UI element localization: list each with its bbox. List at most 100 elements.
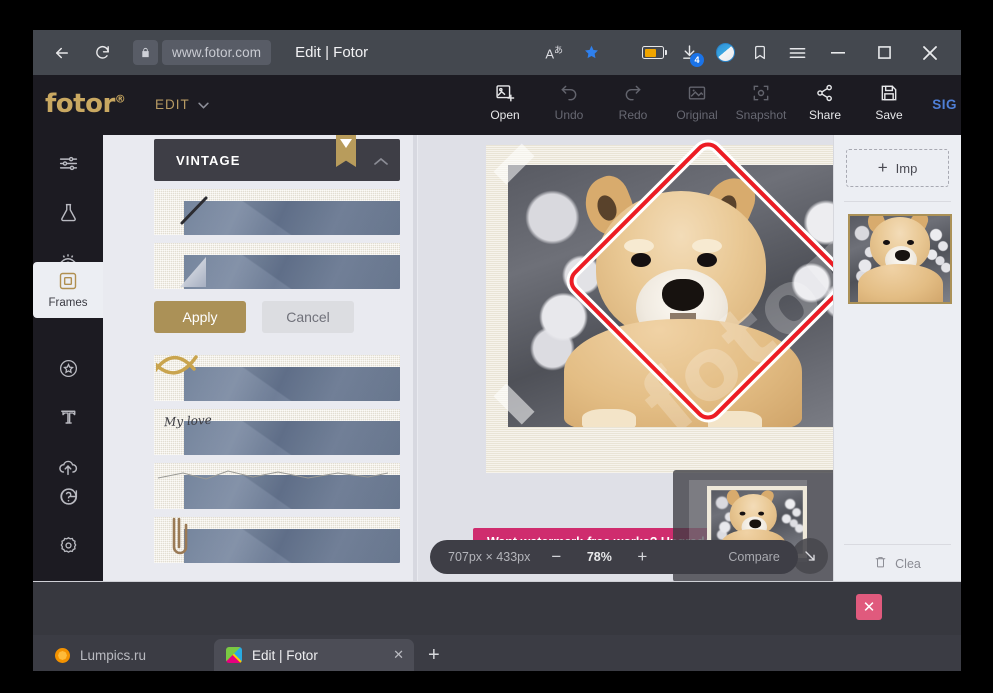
frame-thumbnail-ribbon[interactable]	[154, 355, 400, 401]
bookmark-star-icon[interactable]	[573, 30, 609, 75]
zoom-level-label: 78%	[586, 550, 612, 564]
plus-icon: +	[877, 158, 888, 177]
orange-circle-favicon	[55, 647, 70, 663]
toolbar-snapshot-label: Snapshot	[735, 108, 787, 122]
chevron-down-icon	[198, 97, 209, 112]
toolbar-share-button[interactable]: Share	[793, 83, 857, 122]
reload-icon[interactable]	[85, 36, 119, 70]
tab-strip: Lumpics.ru Edit | Fotor ✕ +	[33, 635, 961, 671]
window-close-button[interactable]	[907, 30, 953, 75]
import-divider	[844, 201, 951, 202]
premium-diamond-ribbon-icon	[336, 135, 356, 167]
frame-thumbnail-corner[interactable]	[154, 243, 400, 289]
app-body: Frames VINTAGE Apply Cancel My love foto…	[33, 135, 961, 582]
address-bar[interactable]: www.fotor.com	[133, 40, 272, 65]
lock-icon	[133, 40, 158, 65]
cancel-button[interactable]: Cancel	[262, 301, 354, 333]
toolbar-snapshot-button[interactable]: Snapshot	[729, 83, 793, 122]
sidebar-item-frames[interactable]: Frames	[33, 262, 103, 318]
app-header: fotor® EDIT Open Undo Redo Original Snap…	[33, 75, 961, 135]
download-icon[interactable]: 4	[671, 30, 707, 75]
app-toolbar: Open Undo Redo Original Snapshot Share S…	[473, 83, 921, 122]
compare-button[interactable]: Compare	[728, 550, 779, 564]
sliders-adjust-icon	[58, 153, 79, 179]
window-maximize-button[interactable]	[861, 30, 907, 75]
frames-category-title: VINTAGE	[176, 152, 241, 168]
sidebar-item-frames-label: Frames	[48, 297, 88, 309]
url-text: www.fotor.com	[172, 45, 262, 60]
toolbar-original-label: Original	[676, 108, 718, 122]
sidebar-item-effects[interactable]	[33, 195, 103, 235]
close-overlay-button[interactable]: ✕	[856, 594, 882, 620]
clear-button[interactable]: Clea	[844, 544, 951, 572]
toolbar-share-label: Share	[808, 108, 842, 122]
paperclip-decoration	[166, 517, 192, 561]
tab-close-icon[interactable]: ✕	[393, 647, 404, 663]
toolbar-save-label: Save	[875, 108, 903, 122]
frame-thumbnail-paperclip[interactable]	[154, 517, 400, 563]
sign-in-link[interactable]: SIG	[932, 97, 957, 112]
battery-icon	[635, 30, 671, 75]
url-text-box[interactable]: www.fotor.com	[162, 40, 272, 65]
frame-thumbnail-crack[interactable]	[154, 463, 400, 509]
crack-line-decoration	[157, 467, 389, 485]
back-icon[interactable]	[45, 36, 79, 70]
trash-icon	[874, 555, 887, 572]
translate-sup: あ	[553, 45, 563, 56]
help-question-icon	[58, 486, 79, 512]
logo-text: fotor	[45, 89, 115, 119]
sidebar-bottom-group	[33, 470, 103, 568]
sidebar-item-adjust[interactable]	[33, 146, 103, 186]
frames-list-bottom: My love	[154, 355, 400, 563]
edit-menu-dropdown[interactable]: EDIT	[155, 97, 209, 112]
download-count-badge: 4	[690, 53, 704, 67]
tab-edit-fotor[interactable]: Edit | Fotor ✕	[214, 639, 415, 671]
editor-canvas[interactable]: fotor Want watermark-free works? Upgrade…	[418, 135, 834, 582]
toolbar-save-button[interactable]: Save	[857, 83, 921, 122]
browser-window: www.fotor.com Edit | Fotor Aあ 4 fotor® E…	[33, 30, 961, 671]
window-minimize-button[interactable]	[815, 30, 861, 75]
frame-thumbnail-brush[interactable]	[154, 189, 400, 235]
panel-action-buttons: Apply Cancel	[154, 301, 400, 333]
tab-lumpics[interactable]: Lumpics.ru	[43, 639, 158, 671]
zoom-in-button[interactable]: +	[632, 547, 652, 567]
brush-stroke-decoration	[178, 193, 212, 227]
edit-menu-label: EDIT	[155, 97, 190, 112]
screen: www.fotor.com Edit | Fotor Aあ 4 fotor® E…	[0, 0, 993, 693]
fotor-logo[interactable]: fotor®	[45, 89, 126, 119]
browser-toolbar: www.fotor.com Edit | Fotor Aあ 4	[33, 30, 961, 75]
reading-list-icon[interactable]	[743, 30, 779, 75]
toolbar-redo-label: Redo	[618, 108, 648, 122]
hamburger-menu-icon[interactable]	[779, 30, 815, 75]
toolbar-undo-button[interactable]: Undo	[537, 83, 601, 122]
chevron-up-icon[interactable]	[374, 153, 388, 171]
frames-category-header[interactable]: VINTAGE	[154, 135, 400, 181]
settings-gear-icon	[58, 535, 79, 561]
text-tool-icon	[58, 408, 78, 433]
sidebar-item-settings[interactable]	[33, 528, 103, 568]
frame-thumbnail-my-love[interactable]: My love	[154, 409, 400, 455]
new-tab-button[interactable]: +	[428, 645, 440, 671]
frames-icon	[58, 271, 78, 296]
image-dimensions-label: 707px × 433px	[448, 550, 531, 564]
tool-sidebar: Frames	[33, 135, 103, 582]
panel-scrollbar[interactable]	[413, 135, 417, 582]
apply-button[interactable]: Apply	[154, 301, 246, 333]
tab-edit-fotor-label: Edit | Fotor	[252, 647, 318, 663]
clear-label: Clea	[895, 556, 921, 571]
toolbar-open-label: Open	[490, 108, 520, 122]
weather-orb-icon[interactable]	[707, 30, 743, 75]
zoom-out-button[interactable]: −	[546, 547, 566, 567]
toolbar-original-button[interactable]: Original	[665, 83, 729, 122]
import-button[interactable]: + Imp	[846, 149, 949, 187]
sidebar-item-text[interactable]	[33, 400, 103, 440]
frames-panel-content: VINTAGE Apply Cancel My love	[154, 135, 400, 563]
toolbar-redo-button[interactable]: Redo	[601, 83, 665, 122]
translate-icon[interactable]: Aあ	[545, 43, 563, 61]
tab-lumpics-label: Lumpics.ru	[80, 647, 147, 663]
lower-browser-strip: ✕ Lumpics.ru Edit | Fotor ✕ +	[33, 582, 961, 671]
toolbar-open-button[interactable]: Open	[473, 83, 537, 122]
sidebar-item-sticker[interactable]	[33, 351, 103, 391]
sidebar-item-help[interactable]	[33, 479, 103, 519]
imported-photo-thumbnail[interactable]	[848, 214, 952, 304]
